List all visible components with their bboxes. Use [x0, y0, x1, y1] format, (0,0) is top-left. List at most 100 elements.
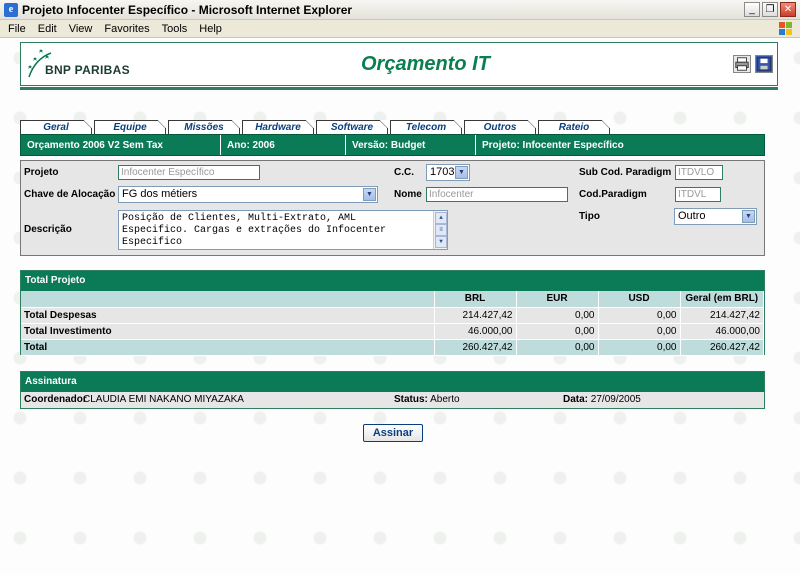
menu-file[interactable]: File: [4, 23, 34, 35]
tab-outros[interactable]: Outros: [464, 120, 536, 134]
save-icon[interactable]: [755, 55, 773, 73]
tab-missoes[interactable]: Missões: [168, 120, 240, 134]
projeto-label: Projeto: Infocenter Específico: [482, 139, 624, 151]
row-label: Total Despesas: [21, 307, 435, 324]
tab-rateio[interactable]: Rateio: [538, 120, 610, 134]
tab-strip: Geral Equipe Missões Hardware Software T…: [20, 120, 612, 134]
table-row: Total Investimento 46.000,00 0,00 0,00 4…: [21, 323, 764, 340]
cell-brl: 260.427,42: [434, 339, 517, 356]
cell-brl: 46.000,00: [434, 323, 517, 340]
menu-view[interactable]: View: [65, 23, 101, 35]
chevron-down-icon: ▼: [742, 210, 755, 223]
tipo-select[interactable]: Outro ▼: [674, 208, 757, 225]
budget-info-bar: Orçamento 2006 V2 Sem Tax Ano: 2006 Vers…: [20, 134, 765, 156]
cc-value: 1703: [430, 166, 455, 178]
menu-bar: File Edit View Favorites Tools Help: [0, 20, 800, 38]
chevron-down-icon: ▼: [363, 188, 376, 201]
assinatura-section: Assinatura Coordenador CLAUDIA EMI NAKAN…: [20, 371, 765, 409]
subcod-input[interactable]: ITDVLO: [675, 165, 723, 180]
table-header-row: BRL EUR USD Geral (em BRL): [21, 291, 764, 308]
header-divider: [20, 87, 778, 90]
versao-label: Versão: Budget: [346, 135, 476, 155]
logo-text: BNP PARIBAS: [45, 63, 130, 77]
tipo-value: Outro: [678, 210, 706, 222]
close-button[interactable]: ✕: [780, 2, 796, 17]
nome-input[interactable]: Infocenter: [426, 187, 568, 202]
tab-telecom[interactable]: Telecom: [390, 120, 462, 134]
column-header: EUR: [516, 291, 599, 308]
window-title: Projeto Infocenter Específico - Microsof…: [22, 2, 353, 17]
total-table: BRL EUR USD Geral (em BRL) Total Despesa…: [21, 291, 764, 356]
cell-usd: 0,00: [598, 323, 681, 340]
coordenador-label: Coordenador: [24, 394, 87, 405]
menu-help[interactable]: Help: [195, 23, 230, 35]
scroll-thumb[interactable]: ≡: [435, 224, 447, 236]
cell-eur: 0,00: [516, 307, 599, 324]
cell-geral: 260.427,42: [680, 339, 764, 356]
row-label: Total: [21, 339, 435, 356]
column-header: Geral (em BRL): [680, 291, 764, 308]
cell-geral: 46.000,00: [680, 323, 764, 340]
menu-tools[interactable]: Tools: [158, 23, 196, 35]
cell-eur: 0,00: [516, 323, 599, 340]
header: BNP PARIBAS Orçamento IT: [20, 42, 778, 86]
descricao-textarea[interactable]: Posição de Clientes, Multi-Extrato, AML …: [118, 210, 448, 250]
tab-geral[interactable]: Geral: [20, 120, 92, 134]
data-value: Data: 27/09/2005: [563, 394, 641, 405]
page-body: BNP PARIBAS Orçamento IT Geral Equipe Mi…: [0, 38, 800, 575]
chave-value: FG dos métiers: [122, 188, 198, 200]
projeto-input[interactable]: Infocenter Específico: [118, 165, 260, 180]
descricao-field-label: Descrição: [24, 224, 72, 235]
codpar-input[interactable]: ITDVL: [675, 187, 721, 202]
cell-usd: 0,00: [598, 307, 681, 324]
nome-field-label: Nome: [394, 189, 422, 200]
column-header: BRL: [434, 291, 517, 308]
column-header: USD: [598, 291, 681, 308]
coordenador-value: CLAUDIA EMI NAKANO MIYAZAKA: [83, 394, 244, 405]
cell-usd: 0,00: [598, 339, 681, 356]
cell-brl: 214.427,42: [434, 307, 517, 324]
project-form: Projeto Infocenter Específico C.C. 1703 …: [20, 160, 765, 256]
projeto-field-label: Projeto: [24, 167, 59, 178]
menu-favorites[interactable]: Favorites: [100, 23, 157, 35]
title-bar: e Projeto Infocenter Específico - Micros…: [0, 0, 800, 20]
ie-icon: e: [4, 2, 18, 17]
textarea-scrollbar[interactable]: ▲ ≡ ▼: [433, 211, 447, 249]
maximize-button[interactable]: ❐: [762, 2, 778, 17]
chave-select[interactable]: FG dos métiers ▼: [118, 186, 378, 203]
scroll-down-icon[interactable]: ▼: [435, 236, 447, 248]
chevron-down-icon: ▼: [455, 166, 468, 179]
windows-flag-icon: [779, 22, 792, 35]
print-icon[interactable]: [733, 55, 751, 73]
tab-equipe[interactable]: Equipe: [94, 120, 166, 134]
assinatura-row: Coordenador CLAUDIA EMI NAKANO MIYAZAKA …: [21, 392, 764, 408]
cell-geral: 214.427,42: [680, 307, 764, 324]
app-title: Orçamento IT: [361, 53, 490, 75]
tipo-field-label: Tipo: [579, 211, 600, 222]
column-header: [21, 291, 435, 308]
assinatura-title: Assinatura: [21, 372, 764, 392]
scroll-up-icon[interactable]: ▲: [435, 212, 447, 224]
table-row: Total Despesas 214.427,42 0,00 0,00 214.…: [21, 307, 764, 324]
cc-select[interactable]: 1703 ▼: [426, 164, 470, 181]
descricao-line-2: Especifico. Cargas e extrações do Infoce…: [122, 225, 387, 236]
orcamento-label: Orçamento 2006 V2 Sem Tax: [21, 135, 221, 155]
status-value: Status: Aberto: [394, 394, 460, 405]
subcod-field-label: Sub Cod. Paradigm: [579, 167, 672, 178]
total-projeto-section: Total Projeto BRL EUR USD Geral (em BRL)…: [20, 270, 765, 356]
table-row: Total 260.427,42 0,00 0,00 260.427,42: [21, 339, 764, 356]
cc-field-label: C.C.: [394, 167, 414, 178]
codpar-field-label: Cod.Paradigm: [579, 189, 647, 200]
chave-field-label: Chave de Alocação: [24, 189, 116, 200]
ano-label: Ano: 2006: [221, 135, 346, 155]
assinar-button[interactable]: Assinar: [363, 424, 423, 442]
tab-software[interactable]: Software: [316, 120, 388, 134]
total-projeto-title: Total Projeto: [21, 271, 764, 291]
row-label: Total Investimento: [21, 323, 435, 340]
window-controls: _ ❐ ✕: [744, 2, 796, 17]
minimize-button[interactable]: _: [744, 2, 760, 17]
menu-edit[interactable]: Edit: [34, 23, 65, 35]
descricao-line-3: Especifico: [122, 237, 183, 248]
bnp-paribas-logo: BNP PARIBAS: [25, 47, 135, 83]
tab-hardware[interactable]: Hardware: [242, 120, 314, 134]
